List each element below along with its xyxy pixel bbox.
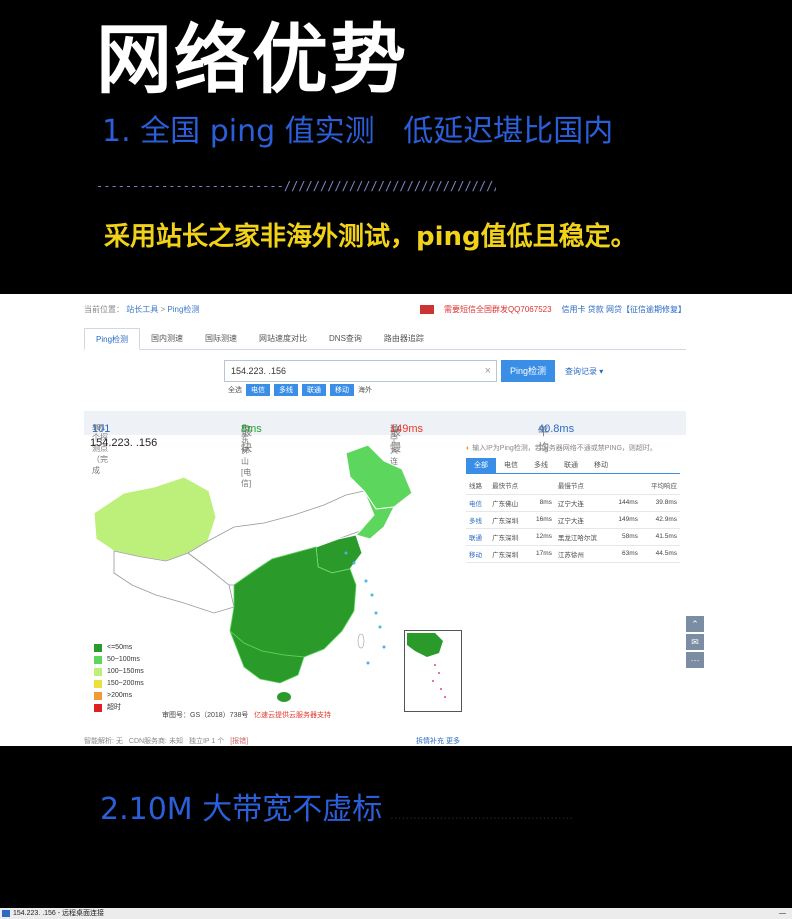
legend-item: <=50ms: [94, 642, 144, 654]
banner-divider: --------------------------//////////////…: [96, 179, 496, 193]
tool-tabs: Ping检测 国内测速 国际测速 网站速度对比 DNS查询 路由器追踪: [84, 328, 686, 350]
notice-text: ◐ 输入IP为Ping检测，若服务器网络不通或禁PING，则超时。: [466, 445, 657, 452]
legend-item: >200ms: [94, 690, 144, 702]
legend-item: 超时: [94, 702, 144, 714]
south-china-sea-inset: [404, 630, 462, 712]
inset-island: [434, 664, 436, 666]
result-tab-multiline[interactable]: 多线: [526, 458, 556, 473]
legend-item: 50~100ms: [94, 654, 144, 666]
more-links[interactable]: 拆情补充 更多: [416, 736, 460, 746]
ip-input[interactable]: 154.223. .156 ×: [224, 360, 497, 382]
clear-icon[interactable]: ×: [485, 361, 491, 381]
legend-swatch: [94, 704, 102, 712]
breadcrumb: 当前位置： 站长工具 > Ping检测: [84, 304, 199, 315]
ping-tool-screenshot: 当前位置： 站长工具 > Ping检测 需要短信全国群发QQ7067523 信用…: [0, 294, 792, 746]
legend-item: 150~200ms: [94, 678, 144, 690]
region-taiwan: [357, 633, 365, 649]
ping-button[interactable]: Ping检测: [501, 360, 556, 382]
sea-dot: [382, 645, 386, 649]
table-row: 电信 广东佛山 8ms 辽宁大连 144ms 39.8ms: [466, 494, 680, 512]
warning-icon: ◐: [466, 445, 471, 452]
table-row: 多线 广东深圳 16ms 辽宁大连 149ms 42.9ms: [466, 511, 680, 529]
dns-info: 智能解析: 无: [84, 738, 123, 745]
legend-swatch: [94, 692, 102, 700]
banner-description: 采用站长之家非海外测试，ping值低且稳定。: [104, 222, 637, 252]
tab-international-speed[interactable]: 国际测速: [194, 328, 248, 349]
remote-desktop-icon: [2, 909, 10, 917]
result-tab-telecom[interactable]: 电信: [496, 458, 526, 473]
filter-overseas[interactable]: 海外: [358, 385, 372, 395]
filter-multiline[interactable]: 多线: [274, 384, 298, 396]
results-table: 线路 最快节点 最慢节点 平均响应 电信 广东佛山 8ms 辽宁大连 144ms 39.8…: [466, 477, 680, 563]
inset-coast: [407, 633, 443, 657]
cdn-info: CDN服务商: 未知: [128, 738, 183, 745]
sea-dot: [344, 551, 348, 555]
breadcrumb-item-tools[interactable]: 站长工具: [126, 305, 158, 314]
filter-select-all[interactable]: 全选: [228, 385, 242, 395]
inset-island: [438, 672, 440, 674]
inset-island: [440, 688, 442, 690]
sea-dot: [352, 561, 356, 565]
filter-mobile[interactable]: 移动: [330, 384, 354, 396]
map-sponsor-text[interactable]: 亿速云提供云服务器支持: [254, 710, 331, 720]
section2-faded-text: ........................................…: [390, 808, 574, 822]
minimize-icon[interactable]: —: [779, 908, 786, 919]
loan-ad-link[interactable]: 信用卡 贷款 网贷【征信逾期修复】: [562, 304, 686, 315]
inset-island: [432, 680, 434, 682]
map-approval-number: 审图号：GS（2018）738号: [162, 712, 249, 719]
search-area: 154.223. .156 × Ping检测 查询记录 ▾: [224, 360, 603, 382]
table-row: 移动 广东深圳 17ms 江苏徐州 63ms 44.5ms: [466, 545, 680, 563]
sea-dot: [374, 611, 378, 615]
inset-island: [444, 696, 446, 698]
result-tab-unicom[interactable]: 联通: [556, 458, 586, 473]
sea-dot: [364, 579, 368, 583]
chat-icon[interactable]: ✉: [686, 634, 704, 650]
result-tab-mobile[interactable]: 移动: [586, 458, 616, 473]
report-link[interactable]: [报错]: [230, 736, 248, 746]
breadcrumb-item-ping[interactable]: Ping检测: [167, 305, 199, 314]
legend-swatch: [94, 656, 102, 664]
more-icon[interactable]: ⋯: [686, 652, 704, 668]
top-bar: 当前位置： 站长工具 > Ping检测 需要短信全国群发QQ7067523 信用…: [84, 300, 686, 318]
map-legend: <=50ms 50~100ms 100~150ms 150~200ms >200…: [94, 642, 144, 714]
filter-unicom[interactable]: 联通: [302, 384, 326, 396]
region-hainan: [277, 692, 291, 702]
sms-ad-link[interactable]: 需要短信全国群发QQ7067523: [444, 304, 552, 315]
legend-swatch: [94, 680, 102, 688]
table-header-row: 线路 最快节点 最慢节点 平均响应: [466, 477, 680, 495]
sea-dot: [378, 625, 382, 629]
legend-swatch: [94, 668, 102, 676]
remote-desktop-titlebar[interactable]: 154.223. .156 - 远程桌面连接 —: [0, 908, 792, 919]
sea-dot: [370, 593, 374, 597]
ip-input-value: 154.223. .156: [231, 366, 287, 376]
info-bar: 智能解析: 无 CDN服务商: 未知 独立IP 1 个 [报错] 拆情补充 更多: [84, 736, 460, 746]
table-row: 联通 广东深圳 12ms 黑龙江哈尔滨 58ms 41.5ms: [466, 528, 680, 546]
map-ip-label: 154.223. .156: [90, 437, 158, 449]
banner-title: 网络优势: [96, 15, 408, 104]
result-tab-all[interactable]: 全部: [466, 458, 496, 473]
stats-bar: 101个探测点（完成101个） 最快 广东佛山[电信] 8ms 最慢 辽宁大连[…: [84, 411, 686, 488]
filter-telecom[interactable]: 电信: [246, 384, 270, 396]
tab-traceroute[interactable]: 路由器追踪: [373, 328, 435, 349]
history-link[interactable]: 查询记录 ▾: [565, 366, 603, 377]
chevron-up-icon[interactable]: ⌃: [686, 616, 704, 632]
tab-domestic-speed[interactable]: 国内测速: [140, 328, 194, 349]
tab-dns[interactable]: DNS查询: [318, 328, 373, 349]
breadcrumb-prefix: 当前位置：: [84, 304, 124, 314]
banner-subtitle: 1. 全国 ping 值实测 低延迟堪比国内: [102, 114, 614, 149]
ip-info: 独立IP 1 个: [188, 738, 225, 745]
result-tabs: 全部 电信 多线 联通 移动: [466, 458, 680, 474]
titlebar-text: 154.223. .156 - 远程桌面连接: [13, 910, 105, 917]
tab-ping[interactable]: Ping检测: [84, 328, 141, 350]
legend-swatch: [94, 644, 102, 652]
side-toolbar: ⌃ ✉ ⋯: [686, 616, 704, 670]
sea-dot: [366, 661, 370, 665]
top-bar-ads: 需要短信全国群发QQ7067523 信用卡 贷款 网贷【征信逾期修复】: [419, 304, 686, 315]
legend-item: 100~150ms: [94, 666, 144, 678]
section2-subtitle: 2.10M 大带宽不虚标: [100, 792, 383, 827]
line-filter: 全选 电信 多线 联通 移动 海外: [228, 384, 372, 396]
ad-icon: [419, 304, 434, 314]
tab-speed-compare[interactable]: 网站速度对比: [248, 328, 318, 349]
breadcrumb-separator: >: [160, 304, 166, 314]
